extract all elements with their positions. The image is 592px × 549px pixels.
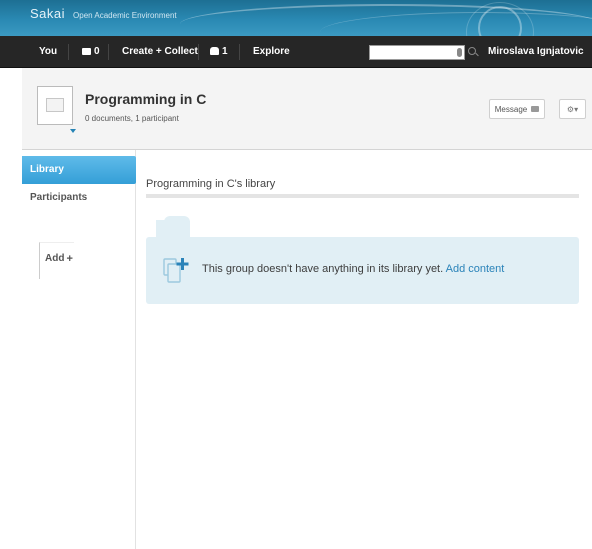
message-icon — [82, 47, 91, 55]
envelope-icon — [531, 106, 540, 112]
message-button[interactable]: Message — [489, 99, 545, 119]
plus-icon: + — [66, 252, 73, 265]
nav-messages[interactable]: 0 — [82, 46, 100, 57]
nav-you[interactable]: You — [39, 46, 57, 57]
search-input[interactable] — [369, 45, 465, 60]
sakai-banner: Sakai Open Academic Environment — [0, 0, 592, 36]
brand-logo-text: Sakai — [30, 6, 66, 21]
empty-message-text: This group doesn't have anything in its … — [202, 263, 444, 275]
image-placeholder-icon — [46, 98, 64, 112]
left-navigation: Library Participants Add + — [22, 150, 136, 549]
nav-library[interactable]: Library — [22, 156, 136, 184]
nav-divider — [108, 44, 109, 60]
title-divider — [146, 194, 579, 198]
user-name-menu[interactable]: Miroslava Ignjatovic — [488, 46, 584, 57]
brand-logo[interactable]: Sakai Open Academic Environment — [30, 6, 177, 21]
group-stats: 0 documents, 1 participant — [85, 114, 179, 123]
divider — [39, 274, 40, 279]
chevron-down-icon: ▾ — [574, 104, 579, 114]
settings-button[interactable]: ⚙ ▾ — [559, 99, 586, 119]
nav-participants[interactable]: Participants — [22, 184, 136, 212]
top-navigation: You 0 Create + Collect 1 Explore Mirosla… — [0, 36, 592, 68]
add-page-button[interactable]: Add + — [39, 242, 74, 279]
message-button-label: Message — [494, 104, 528, 114]
microphone-icon[interactable] — [457, 48, 462, 57]
nav-divider — [68, 44, 69, 60]
empty-library-message: This group doesn't have anything in its … — [202, 263, 504, 275]
nav-explore[interactable]: Explore — [253, 46, 290, 57]
gear-icon: ⚙ — [566, 104, 575, 114]
add-label: Add — [45, 253, 65, 264]
notifications-count: 1 — [222, 46, 228, 57]
notifications-icon — [210, 47, 219, 56]
search-icon[interactable] — [468, 47, 476, 55]
brand-tagline: Open Academic Environment — [73, 11, 177, 20]
messages-count: 0 — [94, 46, 100, 57]
add-content-icon — [163, 258, 189, 283]
nav-divider — [239, 44, 240, 60]
nav-notifications[interactable]: 1 — [210, 46, 228, 57]
nav-divider — [198, 44, 199, 60]
nav-create-collect[interactable]: Create + Collect — [122, 46, 198, 57]
add-content-link[interactable]: Add content — [446, 263, 505, 275]
caret-down-icon[interactable] — [70, 129, 76, 133]
library-title: Programming in C's library — [146, 178, 276, 190]
main-content: Programming in C's library This group do… — [136, 150, 592, 549]
group-avatar[interactable] — [37, 86, 76, 133]
group-title: Programming in C — [85, 91, 207, 107]
group-header: Programming in C 0 documents, 1 particip… — [22, 68, 592, 150]
